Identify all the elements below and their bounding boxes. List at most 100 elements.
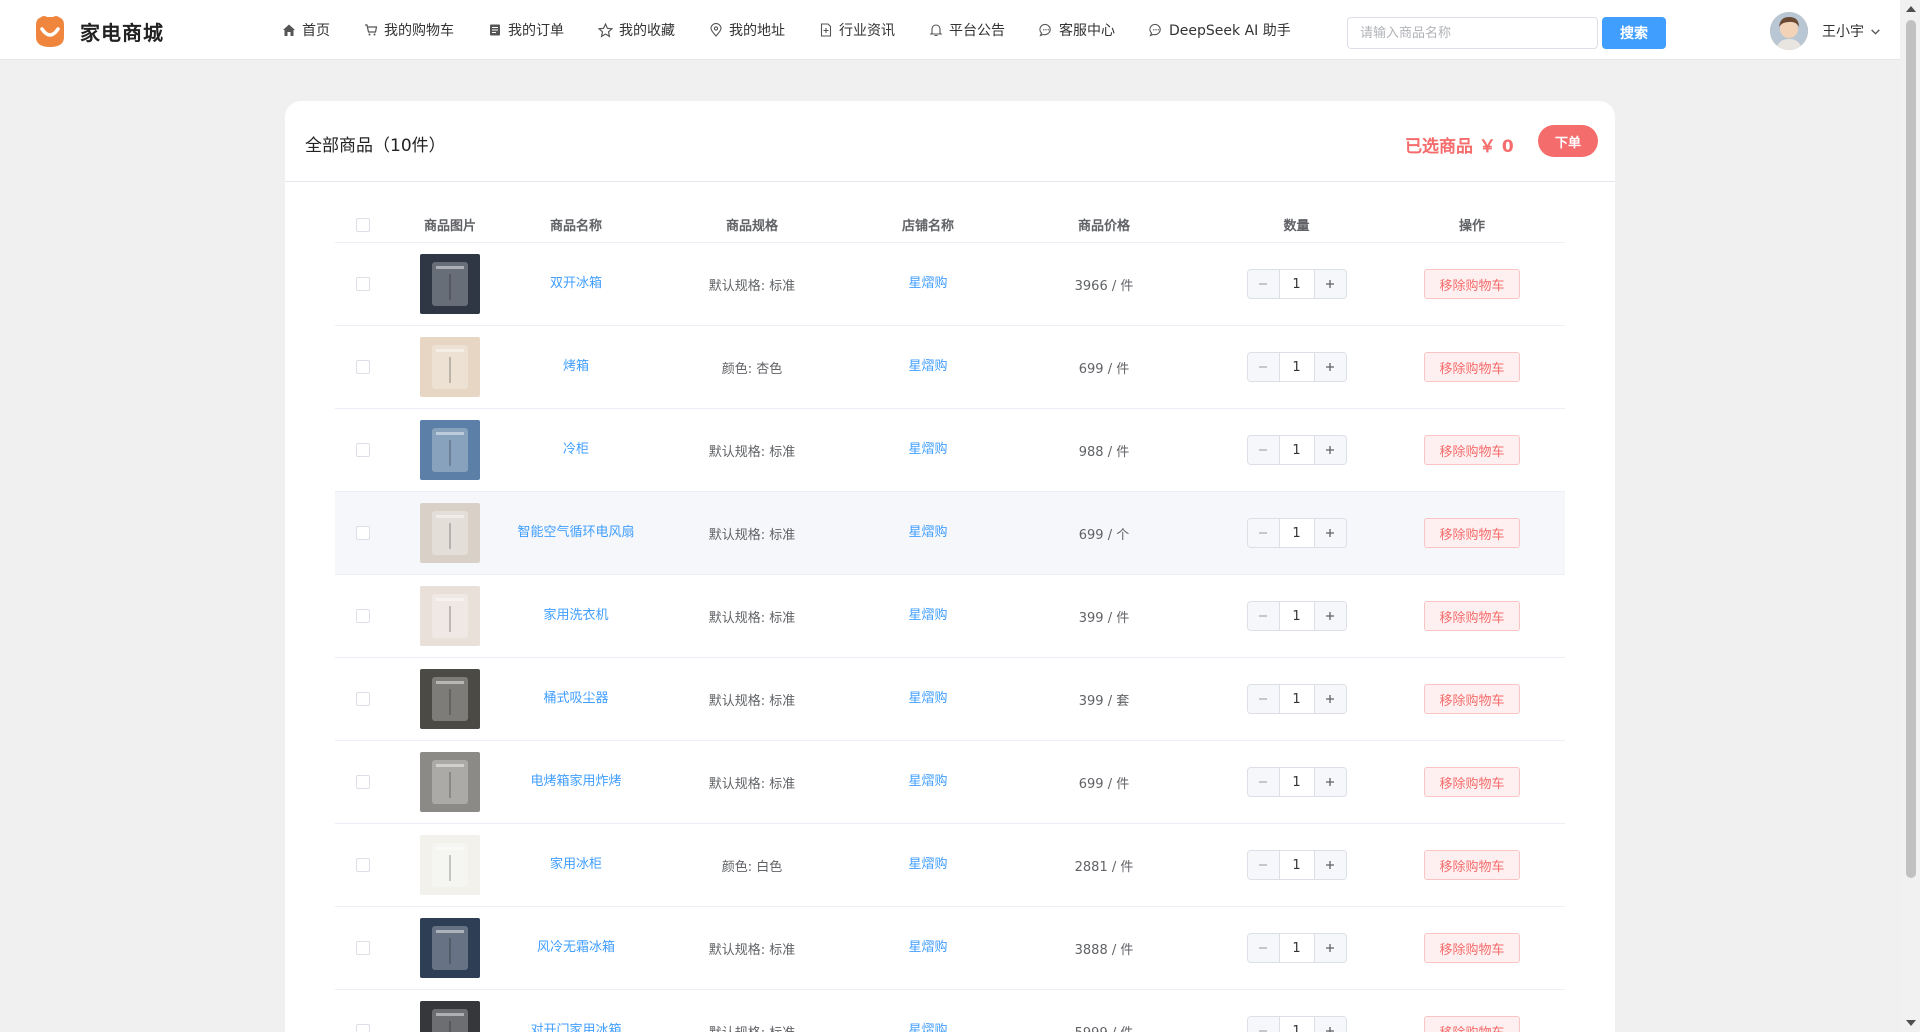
remove-from-cart-button[interactable]: 移除购物车 (1424, 601, 1520, 631)
decrease-button[interactable] (1247, 768, 1280, 796)
product-image[interactable] (420, 337, 480, 397)
shop-name-link[interactable]: 星熠购 (908, 525, 947, 540)
row-checkbox[interactable] (355, 858, 370, 872)
increase-button[interactable] (1313, 1017, 1346, 1032)
search-button[interactable]: 搜索 (1602, 17, 1666, 49)
row-checkbox[interactable] (355, 277, 370, 291)
decrease-button[interactable] (1247, 602, 1280, 630)
shop-name-link[interactable]: 星熠购 (908, 276, 947, 291)
nav-ai-assistant[interactable]: DeepSeek AI 助手 (1149, 20, 1291, 40)
decrease-button[interactable] (1247, 685, 1280, 713)
product-image[interactable] (420, 669, 480, 729)
nav-news[interactable]: 行业资讯 (819, 20, 895, 40)
remove-from-cart-button[interactable]: 移除购物车 (1424, 518, 1520, 548)
nav-address[interactable]: 我的地址 (709, 20, 785, 40)
shop-name-link[interactable]: 星熠购 (908, 691, 947, 706)
decrease-button[interactable] (1247, 353, 1280, 381)
product-image[interactable] (420, 1001, 480, 1032)
row-checkbox[interactable] (355, 941, 370, 955)
remove-from-cart-button[interactable]: 移除购物车 (1424, 767, 1520, 797)
product-image[interactable] (420, 918, 480, 978)
increase-button[interactable] (1313, 519, 1346, 547)
search-input[interactable] (1347, 17, 1598, 49)
row-checkbox[interactable] (355, 775, 370, 789)
shop-name-link[interactable]: 星熠购 (908, 940, 947, 955)
nav-cart[interactable]: 我的购物车 (364, 20, 454, 40)
row-checkbox[interactable] (355, 443, 370, 457)
nav-orders[interactable]: 我的订单 (488, 20, 564, 40)
increase-button[interactable] (1313, 353, 1346, 381)
decrease-button[interactable] (1247, 270, 1280, 298)
place-order-button[interactable]: 下单 (1538, 125, 1598, 157)
shop-name-link[interactable]: 星熠购 (908, 774, 947, 789)
product-name-link[interactable]: 对开门家用冰箱 (530, 1023, 621, 1032)
increase-button[interactable] (1313, 934, 1346, 962)
product-name-link[interactable]: 双开冰箱 (550, 276, 602, 291)
row-checkbox[interactable] (355, 360, 370, 374)
shop-name-link[interactable]: 星熠购 (908, 1023, 947, 1032)
shop-name-link[interactable]: 星熠购 (908, 442, 947, 457)
user-menu[interactable]: 王小宇 (1770, 12, 1881, 50)
shop-name-link[interactable]: 星熠购 (908, 608, 947, 623)
remove-from-cart-button[interactable]: 移除购物车 (1424, 684, 1520, 714)
increase-button[interactable] (1313, 851, 1346, 879)
quantity-value[interactable]: 1 (1279, 934, 1314, 962)
quantity-value[interactable]: 1 (1279, 519, 1314, 547)
product-name-link[interactable]: 冷柜 (563, 442, 589, 457)
product-name-link[interactable]: 风冷无霜冰箱 (537, 940, 615, 955)
row-checkbox[interactable] (355, 1024, 370, 1032)
logo[interactable]: 家电商城 (30, 11, 164, 51)
avatar[interactable] (1770, 12, 1808, 50)
product-name-link[interactable]: 电烤箱家用炸烤 (530, 774, 621, 789)
nav-home[interactable]: 首页 (282, 20, 330, 40)
quantity-value[interactable]: 1 (1279, 270, 1314, 298)
decrease-button[interactable] (1247, 851, 1280, 879)
increase-button[interactable] (1313, 436, 1346, 464)
remove-from-cart-button[interactable]: 移除购物车 (1424, 352, 1520, 382)
decrease-button[interactable] (1247, 1017, 1280, 1032)
product-image[interactable] (420, 254, 480, 314)
row-checkbox[interactable] (355, 526, 370, 540)
row-checkbox[interactable] (355, 609, 370, 623)
decrease-button[interactable] (1247, 436, 1280, 464)
quantity-value[interactable]: 1 (1279, 602, 1314, 630)
product-name-link[interactable]: 烤箱 (563, 359, 589, 374)
quantity-value[interactable]: 1 (1279, 1017, 1314, 1032)
product-image[interactable] (420, 503, 480, 563)
product-image[interactable] (420, 586, 480, 646)
decrease-button[interactable] (1247, 934, 1280, 962)
decrease-button[interactable] (1247, 519, 1280, 547)
product-name-link[interactable]: 家用冰柜 (550, 857, 602, 872)
nav-announcements[interactable]: 平台公告 (929, 20, 1005, 40)
scroll-down-arrow[interactable] (1906, 1020, 1916, 1026)
remove-from-cart-button[interactable]: 移除购物车 (1424, 1016, 1520, 1032)
quantity-value[interactable]: 1 (1279, 768, 1314, 796)
product-name-link[interactable]: 家用洗衣机 (543, 608, 608, 623)
scroll-thumb[interactable] (1906, 20, 1916, 878)
remove-from-cart-button[interactable]: 移除购物车 (1424, 850, 1520, 880)
page-scrollbar[interactable] (1902, 0, 1920, 1032)
shop-name-link[interactable]: 星熠购 (908, 857, 947, 872)
product-name-link[interactable]: 智能空气循环电风扇 (517, 525, 634, 540)
product-image[interactable] (420, 420, 480, 480)
nav-support[interactable]: 客服中心 (1039, 20, 1115, 40)
row-checkbox[interactable] (355, 692, 370, 706)
product-name-link[interactable]: 桶式吸尘器 (543, 691, 608, 706)
scroll-up-arrow[interactable] (1906, 6, 1916, 12)
product-image[interactable] (420, 835, 480, 895)
remove-from-cart-button[interactable]: 移除购物车 (1424, 933, 1520, 963)
quantity-value[interactable]: 1 (1279, 851, 1314, 879)
quantity-value[interactable]: 1 (1279, 353, 1314, 381)
select-all-checkbox[interactable] (355, 217, 370, 232)
increase-button[interactable] (1313, 768, 1346, 796)
nav-favorites[interactable]: 我的收藏 (598, 20, 675, 40)
shop-name-link[interactable]: 星熠购 (908, 359, 947, 374)
product-image[interactable] (420, 752, 480, 812)
increase-button[interactable] (1313, 685, 1346, 713)
quantity-value[interactable]: 1 (1279, 685, 1314, 713)
remove-from-cart-button[interactable]: 移除购物车 (1424, 435, 1520, 465)
quantity-value[interactable]: 1 (1279, 436, 1314, 464)
increase-button[interactable] (1313, 602, 1346, 630)
remove-from-cart-button[interactable]: 移除购物车 (1424, 269, 1520, 299)
increase-button[interactable] (1313, 270, 1346, 298)
